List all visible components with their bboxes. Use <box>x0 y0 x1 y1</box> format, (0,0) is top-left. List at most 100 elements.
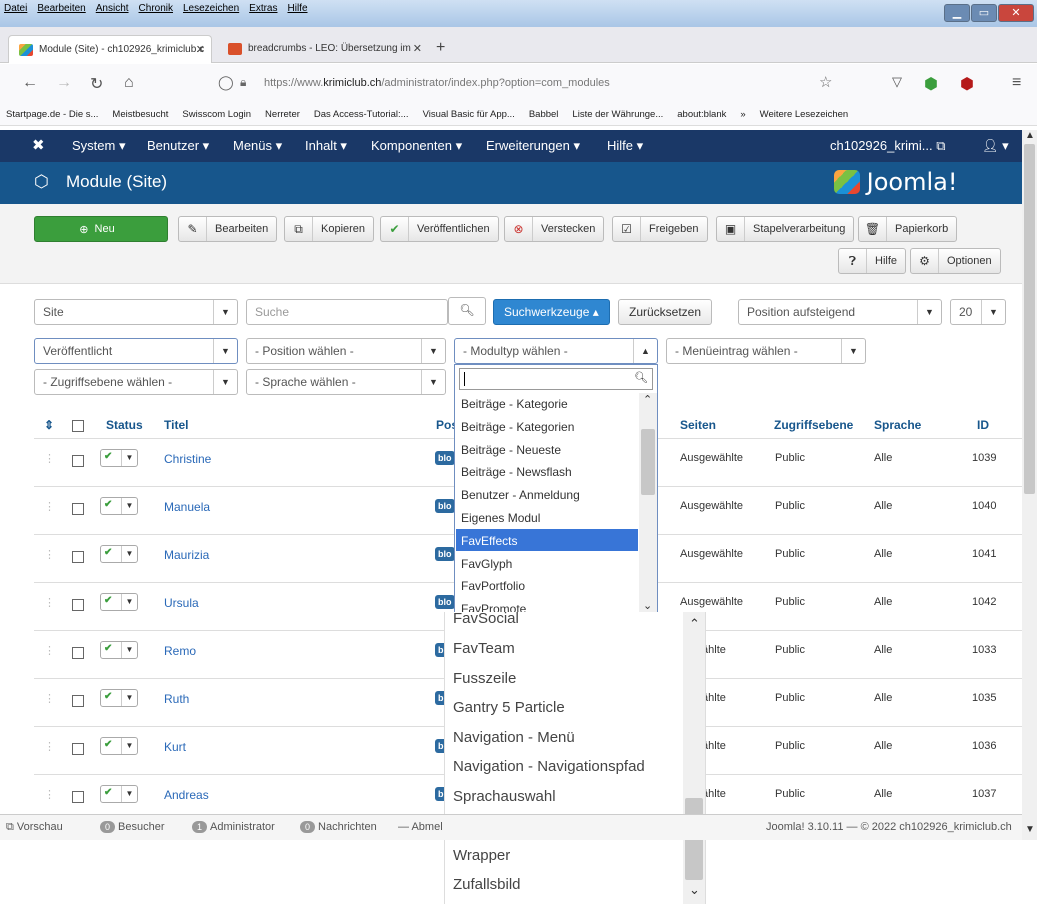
reset-button[interactable]: Zurücksetzen <box>618 299 713 325</box>
forward-icon[interactable]: → <box>56 74 72 92</box>
reload-icon[interactable]: ↻ <box>90 74 103 94</box>
column-access[interactable]: Zugriffsebene <box>774 418 853 432</box>
dropdown-scrollbar[interactable]: ⌃ ⌄ <box>639 393 657 615</box>
status-toggle[interactable]: ✔ ▼ <box>100 545 138 563</box>
status-toggle[interactable]: ✔ ▼ <box>100 641 138 659</box>
module-type-option[interactable]: Beiträge - Kategorie <box>461 397 568 411</box>
menu-lesezeichen[interactable]: Lesezeichen <box>183 3 239 14</box>
row-checkbox[interactable] <box>72 647 84 659</box>
page-scrollbar[interactable]: ▲ ▼ <box>1022 130 1037 840</box>
drag-handle-icon[interactable]: ⋮ <box>44 548 55 561</box>
access-filter[interactable]: - Zugriffsebene wählen - ▼ <box>34 369 238 395</box>
module-title-link[interactable]: Ursula <box>164 596 199 610</box>
options-button[interactable]: ⚙ Optionen <box>910 248 1001 274</box>
module-title-link[interactable]: Maurizia <box>164 548 209 562</box>
menu-item-filter[interactable]: - Menüeintrag wählen - ▼ <box>666 338 866 364</box>
menu-hilfe[interactable]: Hilfe <box>288 3 308 14</box>
logout-link[interactable]: — Abmel <box>398 821 443 833</box>
tracking-shield-icon[interactable]: ◯ <box>218 74 234 91</box>
nav-system[interactable]: System ▾ <box>72 138 125 154</box>
module-type-option[interactable]: FavPortfolio <box>461 579 525 593</box>
extension-shield-icon[interactable]: ⬢ <box>924 74 938 94</box>
native-list-option[interactable]: FavSocial <box>453 610 519 627</box>
menu-extras[interactable]: Extras <box>249 3 277 14</box>
bookmark-access-tutorial[interactable]: Das Access-Tutorial:... <box>314 109 409 120</box>
drag-handle-icon[interactable]: ⋮ <box>44 788 55 801</box>
language-filter[interactable]: - Sprache wählen - ▼ <box>246 369 446 395</box>
column-status[interactable]: Status <box>106 418 143 432</box>
edit-button[interactable]: ✎ Bearbeiten <box>178 216 278 242</box>
module-title-link[interactable]: Christine <box>164 452 211 466</box>
column-id[interactable]: ID <box>977 418 989 432</box>
site-link[interactable]: ch102926_krimi... ⧉ <box>830 138 946 154</box>
bookmark-nerreter[interactable]: Nerreter <box>265 109 300 120</box>
nav-menues[interactable]: Menüs ▾ <box>233 138 282 154</box>
position-filter[interactable]: - Position wählen - ▼ <box>246 338 446 364</box>
menu-datei[interactable]: Datei <box>4 3 27 14</box>
checkin-button[interactable]: ☑ Freigeben <box>612 216 708 242</box>
status-toggle[interactable]: ✔ ▼ <box>100 689 138 707</box>
status-toggle[interactable]: ✔ ▼ <box>100 785 138 803</box>
maximize-button[interactable]: ▭ <box>971 4 997 22</box>
row-checkbox[interactable] <box>72 743 84 755</box>
bookmarks-overflow-icon[interactable]: » <box>740 109 745 120</box>
native-list-scrollbar[interactable]: ⌃ ⌄ <box>683 612 705 904</box>
search-button[interactable]: 🔍︎ <box>448 297 486 325</box>
status-toggle[interactable]: ✔ ▼ <box>100 449 138 467</box>
bookmark-about-blank[interactable]: about:blank <box>677 109 726 120</box>
limit-select[interactable]: 20 ▼ <box>950 299 1006 325</box>
client-select[interactable]: Site ▼ <box>34 299 238 325</box>
address-bar[interactable]: ◯ 🔒︎ https://www.krimiclub.ch/administra… <box>212 70 852 98</box>
native-list-option[interactable]: Wrapper <box>453 847 510 864</box>
bookmark-visual-basic[interactable]: Visual Basic für App... <box>423 109 515 120</box>
nav-erweiterungen[interactable]: Erweiterungen ▾ <box>486 138 580 154</box>
back-icon[interactable]: ← <box>22 74 38 92</box>
row-checkbox[interactable] <box>72 791 84 803</box>
bookmark-waehrungen[interactable]: Liste der Währunge... <box>572 109 663 120</box>
module-title-link[interactable]: Manuela <box>164 500 210 514</box>
native-list-option[interactable]: Navigation - Navigationspfad <box>453 758 645 775</box>
lock-icon[interactable]: 🔒︎ <box>240 75 246 90</box>
module-type-option[interactable]: Eigenes Modul <box>461 511 540 525</box>
module-title-link[interactable]: Kurt <box>164 740 186 754</box>
row-checkbox[interactable] <box>72 503 84 515</box>
joomla-logo-icon[interactable]: ✖ <box>32 136 45 154</box>
row-checkbox[interactable] <box>72 695 84 707</box>
nav-hilfe[interactable]: Hilfe ▾ <box>607 138 643 154</box>
sort-icon[interactable]: ⇕ <box>44 418 54 432</box>
admins-info[interactable]: 1 Administrator <box>192 821 275 833</box>
new-tab-icon[interactable]: + <box>436 39 445 57</box>
search-tools-button[interactable]: Suchwerkzeuge ▴ <box>493 299 610 325</box>
close-window-button[interactable]: ✕ <box>998 4 1034 22</box>
bookmark-star-icon[interactable]: ☆ <box>819 73 832 91</box>
ublock-icon[interactable]: ⬢ <box>960 74 974 94</box>
tab-module-site[interactable]: Module (Site) - ch102926_krimiclub.c ✕ <box>8 35 212 63</box>
column-pages[interactable]: Seiten <box>680 418 716 432</box>
native-list-option[interactable]: Sprachauswahl <box>453 788 556 805</box>
module-type-option[interactable]: Beiträge - Neueste <box>461 443 561 457</box>
copy-button[interactable]: ⧉ Kopieren <box>284 216 375 242</box>
column-title[interactable]: Titel <box>164 418 188 432</box>
batch-button[interactable]: ▣ Stapelverarbeitung <box>716 216 855 242</box>
module-title-link[interactable]: Remo <box>164 644 196 658</box>
close-tab-icon[interactable]: ✕ <box>413 42 422 55</box>
bookmark-startpage[interactable]: Startpage.de - Die s... <box>6 109 98 120</box>
module-type-option[interactable]: Benutzer - Anmeldung <box>461 488 580 502</box>
drag-handle-icon[interactable]: ⋮ <box>44 644 55 657</box>
search-input[interactable]: Suche <box>246 299 448 325</box>
menu-ansicht[interactable]: Ansicht <box>96 3 129 14</box>
menu-chronik[interactable]: Chronik <box>139 3 173 14</box>
close-tab-icon[interactable]: ✕ <box>196 43 205 56</box>
unpublish-button[interactable]: ⊗ Verstecken <box>504 216 605 242</box>
preview-link[interactable]: ⧉ Vorschau <box>6 821 63 834</box>
native-list-option[interactable]: Navigation - Menü <box>453 729 575 746</box>
minimize-button[interactable]: ▁ <box>944 4 970 22</box>
nav-komponenten[interactable]: Komponenten ▾ <box>371 138 462 154</box>
tab-leo[interactable]: breadcrumbs - LEO: Übersetzung im ✕ <box>218 35 428 63</box>
drag-handle-icon[interactable]: ⋮ <box>44 500 55 513</box>
module-title-link[interactable]: Andreas <box>164 788 209 802</box>
menu-bearbeiten[interactable]: Bearbeiten <box>37 3 85 14</box>
module-title-link[interactable]: Ruth <box>164 692 189 706</box>
drag-handle-icon[interactable]: ⋮ <box>44 452 55 465</box>
help-button[interactable]: ❓︎ Hilfe <box>838 248 907 274</box>
